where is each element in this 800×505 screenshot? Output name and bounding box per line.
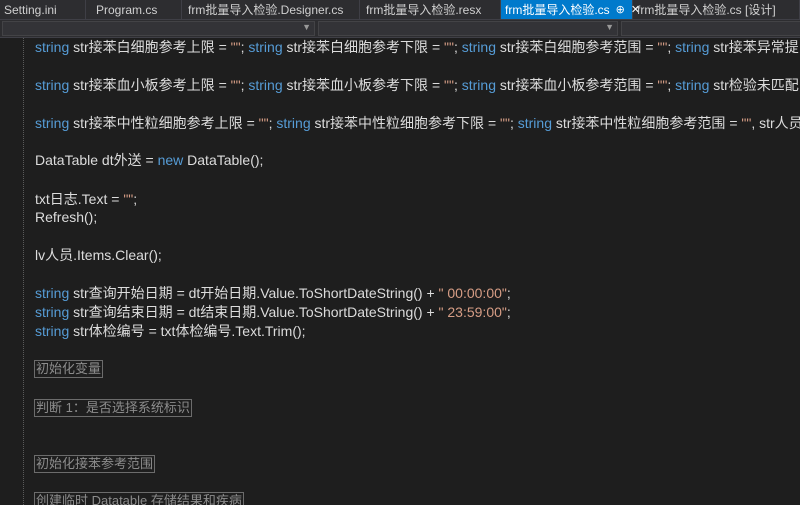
code-text: str接苯中性粒细胞参考范围 = [551, 115, 742, 131]
tab-frm-cs-design[interactable]: frm批量导入检验.cs [设计] [633, 0, 800, 19]
code-line: string str体检编号 = txt体检编号.Text.Trim(); [35, 322, 306, 340]
code-text: Refresh(); [35, 209, 98, 225]
collapsed-region-check-system[interactable]: 判断 1：是否选择系统标识 [34, 399, 192, 417]
string-literal: "" [230, 39, 241, 55]
code-line: string str查询开始日期 = dt开始日期.Value.ToShortD… [35, 284, 511, 302]
string-literal: "" [123, 191, 134, 207]
tab-program-cs[interactable]: Program.cs [86, 0, 182, 19]
code-line: string str接苯白细胞参考上限 = ""; string str接苯白细… [35, 38, 799, 56]
keyword: string [248, 39, 283, 55]
code-text: ; [667, 77, 676, 93]
tab-designer-cs[interactable]: frm批量导入检验.Designer.cs [182, 0, 360, 19]
tab-resx[interactable]: frm批量导入检验.resx [360, 0, 501, 19]
chevron-down-icon: ▼ [605, 22, 614, 32]
code-text: str接苯异常提 [709, 39, 799, 55]
code-text: str接苯中性粒细胞参考下限 = [310, 115, 501, 131]
tab-label: Program.cs [96, 2, 158, 17]
collapsed-region-init-variables[interactable]: 初始化变量 [34, 360, 104, 378]
collapsed-region-create-datatable[interactable]: 创建临时 Datatable 存储结果和疾病 [34, 492, 244, 505]
tab-label: frm批量导入检验.cs [505, 3, 610, 17]
string-literal: "" [444, 39, 454, 55]
tab-label: frm批量导入检验.Designer.cs [188, 3, 344, 17]
keyword: string [35, 285, 70, 301]
code-text: str接苯白细胞参考范围 = [495, 39, 658, 55]
keyword: string [248, 77, 283, 93]
code-line: lv人员.Items.Clear(); [35, 246, 162, 264]
code-text: str接苯白细胞参考下限 = [282, 39, 445, 55]
string-literal: "" [230, 77, 241, 93]
keyword: string [35, 115, 70, 131]
string-literal: "" [258, 115, 269, 131]
keyword: string [35, 323, 70, 339]
document-tab-strip: Setting.ini Program.cs frm批量导入检验.Designe… [0, 0, 800, 19]
code-line: txt日志.Text = ""; [35, 190, 137, 208]
project-dropdown[interactable]: ▼ [2, 21, 315, 36]
code-text: str检验未匹配 [709, 77, 799, 93]
keyword: string [35, 39, 70, 55]
code-text: ; [453, 39, 462, 55]
pin-icon[interactable]: ⊕ [616, 3, 625, 16]
type-name: DataTable [35, 152, 99, 168]
code-line: Refresh(); [35, 208, 97, 226]
code-text: str查询结束日期 = dt结束日期.Value.ToShortDateStri… [69, 304, 439, 320]
code-text: ; [453, 77, 462, 93]
code-text: ; [506, 285, 511, 301]
navigation-bar: ▼ ▼ [0, 19, 800, 38]
code-text: str体检编号 = txt体检编号.Text.Trim(); [69, 323, 306, 339]
tab-label: frm批量导入检验.cs [设计] [637, 3, 776, 17]
tab-label: frm批量导入检验.resx [366, 3, 482, 17]
tab-setting-ini[interactable]: Setting.ini [0, 0, 86, 19]
code-text: ; [667, 39, 676, 55]
tab-frm-cs-active[interactable]: frm批量导入检验.cs ⊕ ✕ [501, 0, 640, 19]
code-line: DataTable dt外送 = new DataTable(); [35, 151, 263, 169]
string-literal: " 00:00:00" [438, 285, 507, 301]
code-text: ; [509, 115, 518, 131]
string-literal: " 23:59:00" [438, 304, 507, 320]
string-literal: "" [444, 77, 454, 93]
code-text: str接苯血小板参考上限 = [69, 77, 231, 93]
keyword: string [35, 77, 70, 93]
member-dropdown[interactable] [621, 21, 800, 36]
keyword: string [675, 77, 710, 93]
string-literal: "" [500, 115, 510, 131]
type-dropdown[interactable]: ▼ [318, 21, 618, 36]
indent-guide [23, 38, 24, 505]
collapsed-region-init-ranges[interactable]: 初始化接苯参考范围 [34, 455, 156, 473]
type-name: DataTable [187, 152, 251, 168]
code-text: ; [506, 304, 511, 320]
code-text: , str人员 [751, 115, 800, 131]
string-literal: "" [657, 77, 668, 93]
code-editor[interactable]: string str接苯白细胞参考上限 = ""; string str接苯白细… [0, 38, 800, 505]
code-text: ; [133, 191, 138, 207]
code-text: str接苯白细胞参考上限 = [69, 39, 231, 55]
keyword: string [517, 115, 552, 131]
code-line: string str接苯血小板参考上限 = ""; string str接苯血小… [35, 76, 799, 94]
code-line: string str查询结束日期 = dt结束日期.Value.ToShortD… [35, 303, 511, 321]
code-text: str接苯血小板参考下限 = [282, 77, 445, 93]
keyword: string [461, 39, 496, 55]
chevron-down-icon: ▼ [302, 22, 311, 32]
code-text: str查询开始日期 = dt开始日期.Value.ToShortDateStri… [69, 285, 439, 301]
keyword: string [461, 77, 496, 93]
code-text: lv人员.Items.Clear(); [35, 247, 162, 263]
keyword: string [675, 39, 710, 55]
code-text: str接苯中性粒细胞参考上限 = [69, 115, 259, 131]
keyword: new [157, 152, 184, 168]
string-literal: "" [741, 115, 752, 131]
code-text: (); [250, 152, 264, 168]
code-line: string str接苯中性粒细胞参考上限 = ""; string str接苯… [35, 114, 800, 132]
code-text: dt外送 = [98, 152, 158, 168]
tab-label: Setting.ini [4, 2, 57, 17]
string-literal: "" [657, 39, 668, 55]
code-text: txt日志.Text = [35, 191, 124, 207]
keyword: string [35, 304, 70, 320]
keyword: string [276, 115, 311, 131]
code-text: str接苯血小板参考范围 = [495, 77, 658, 93]
